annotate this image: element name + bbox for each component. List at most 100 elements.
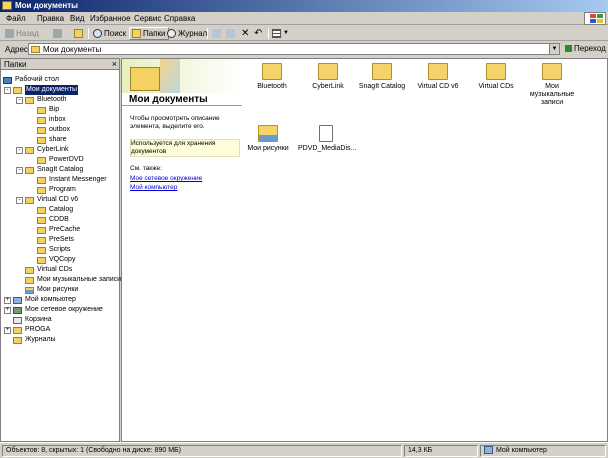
tree-item-label: Мои рисунки: [37, 286, 79, 293]
desktop-icon: [3, 76, 12, 84]
collapse-icon[interactable]: -: [16, 197, 23, 204]
folder-icon: [25, 146, 34, 154]
copy-to-button[interactable]: [226, 27, 237, 40]
content-pane: Мои документы Чтобы просмотреть описание…: [121, 58, 608, 442]
folder-icon: [25, 196, 34, 204]
tree-item-label: SnagIt Catalog: [37, 166, 84, 173]
tree-item-label: Мои музыкальные записи: [37, 276, 122, 283]
recycle-bin-icon: [13, 316, 22, 324]
collapse-icon[interactable]: -: [4, 87, 11, 94]
tree-item[interactable]: PreCache: [37, 225, 80, 235]
network-link[interactable]: Мое сетевое окружение: [130, 175, 240, 183]
up-folder-icon: [74, 29, 83, 38]
menu-help[interactable]: Справка: [164, 14, 195, 23]
folder-icon: [25, 166, 34, 174]
menu-edit[interactable]: Правка: [37, 14, 64, 23]
tree-item[interactable]: Program: [37, 185, 76, 195]
tree-item[interactable]: Мой компьютер: [13, 295, 76, 305]
menu-view[interactable]: Вид: [70, 14, 84, 23]
tree-item[interactable]: share: [37, 135, 67, 145]
expand-icon[interactable]: +: [4, 297, 11, 304]
folders-button[interactable]: Папки: [129, 27, 169, 40]
item-label: Virtual CD v6: [417, 83, 459, 90]
toolbar-separator: [207, 28, 208, 39]
history-button[interactable]: Журнал: [167, 27, 207, 40]
tree-item[interactable]: PreSets: [37, 235, 74, 245]
tree-item[interactable]: Virtual CD v6: [25, 195, 78, 205]
folder-item[interactable]: SnagIt Catalog: [354, 63, 410, 91]
folder-item[interactable]: Мои рисунки: [240, 125, 296, 153]
views-button[interactable]: ▼: [272, 27, 289, 40]
tree-item[interactable]: outbox: [37, 125, 70, 135]
menu-file[interactable]: Файл: [6, 14, 26, 23]
tree-item[interactable]: Рабочий стол: [3, 75, 59, 85]
status-location: Мой компьютер: [480, 445, 606, 457]
tree-item[interactable]: Bluetooth: [25, 95, 67, 105]
tree-item-label: Рабочий стол: [15, 76, 59, 83]
my-documents-icon: [13, 86, 22, 94]
tree-item[interactable]: Virtual CDs: [25, 265, 72, 275]
folder-item[interactable]: CyberLink: [300, 63, 356, 91]
folder-icon: [372, 63, 392, 80]
folder-item[interactable]: Virtual CD v6: [410, 63, 466, 91]
folder-icon: [542, 63, 562, 80]
file-icon: [319, 125, 333, 142]
forward-arrow-icon: [53, 29, 62, 38]
folder-item[interactable]: Virtual CDs: [468, 63, 524, 91]
tree-item-label: PROGA: [25, 326, 51, 333]
page-title: Мои документы: [122, 93, 242, 106]
tree-item[interactable]: Мое сетевое окружение: [13, 305, 103, 315]
tree-item[interactable]: Мои рисунки: [25, 285, 78, 295]
folder-item[interactable]: Мои музыкальные записи: [524, 63, 580, 107]
tree-item-label: PowerDVD: [49, 156, 84, 163]
folders-icon: [132, 29, 141, 38]
folder-icon: [25, 266, 34, 274]
tree-item[interactable]: SnagIt Catalog: [25, 165, 83, 175]
tree-item[interactable]: CyberLink: [25, 145, 69, 155]
undo-button[interactable]: ↶: [254, 27, 262, 40]
folder-icon: [37, 156, 46, 164]
tree-item[interactable]: VQCopy: [37, 255, 75, 265]
views-icon: [272, 29, 281, 38]
tree-item[interactable]: Instant Messenger: [37, 175, 107, 185]
folder-icon: [37, 216, 46, 224]
back-arrow-icon: [5, 29, 14, 38]
tree-item-label: CDDB: [49, 216, 69, 223]
tree-item-label: Scripts: [49, 246, 71, 253]
back-button[interactable]: Назад: [5, 27, 39, 40]
tree-item[interactable]: inbox: [37, 115, 66, 125]
address-input[interactable]: Мои документы ▼: [28, 43, 560, 55]
collapse-icon[interactable]: -: [16, 147, 23, 154]
tree-item[interactable]: Мои музыкальные записи: [25, 275, 121, 285]
network-icon: [13, 306, 22, 314]
tree-item[interactable]: Scripts: [37, 245, 70, 255]
tree-item[interactable]: PROGA: [13, 325, 50, 335]
collapse-icon[interactable]: -: [16, 97, 23, 104]
tree-item[interactable]: CDDB: [37, 215, 69, 225]
chevron-down-icon[interactable]: ▼: [549, 44, 559, 54]
my-computer-link[interactable]: Мой компьютер: [130, 184, 240, 192]
tree-item[interactable]: Корзина: [13, 315, 52, 325]
tree-item[interactable]: Мои документы: [13, 85, 79, 95]
collapse-icon[interactable]: -: [16, 167, 23, 174]
folder-icon: [37, 236, 46, 244]
expand-icon[interactable]: +: [4, 307, 11, 314]
tree-item[interactable]: Catalog: [37, 205, 73, 215]
close-icon[interactable]: ×: [112, 59, 117, 69]
tree-item[interactable]: Журналы: [13, 335, 56, 345]
up-folder-button[interactable]: [74, 27, 85, 40]
forward-button[interactable]: [53, 27, 64, 40]
menu-tools[interactable]: Сервис: [134, 14, 161, 23]
folder-icon: [428, 63, 448, 80]
tree-item[interactable]: PowerDVD: [37, 155, 84, 165]
menu-favorites[interactable]: Избранное: [90, 14, 131, 23]
expand-icon[interactable]: +: [4, 327, 11, 334]
move-to-button[interactable]: [212, 27, 223, 40]
go-button[interactable]: Переход: [565, 44, 606, 53]
delete-button[interactable]: ✕: [241, 27, 249, 40]
folder-item[interactable]: Bluetooth: [244, 63, 300, 91]
tree-item[interactable]: Bip: [37, 105, 59, 115]
tree-item-label: CyberLink: [37, 146, 69, 153]
file-item[interactable]: PDVD_MediaDis...: [298, 125, 356, 153]
search-button[interactable]: Поиск: [93, 27, 126, 40]
